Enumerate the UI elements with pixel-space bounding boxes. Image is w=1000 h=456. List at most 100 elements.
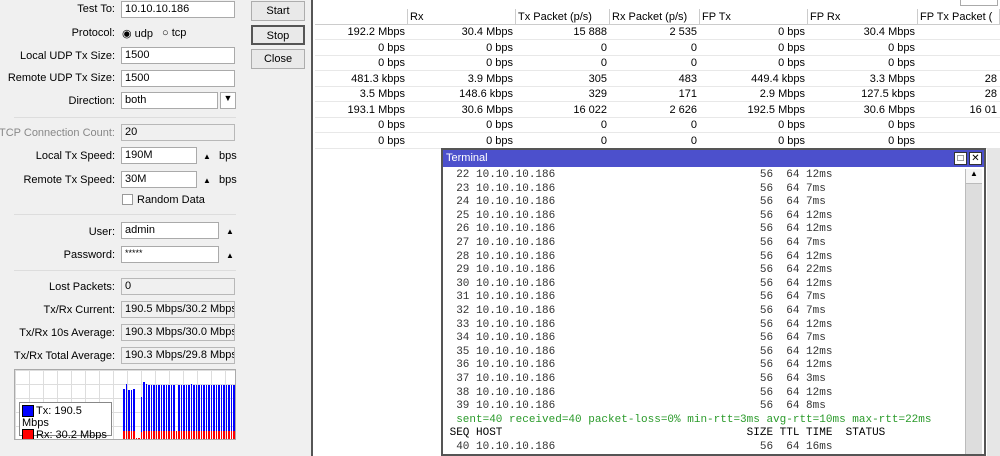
terminal-output[interactable]: 22 10.10.10.186 56 64 12ms 23 10.10.10.1… bbox=[443, 169, 964, 454]
terminal-title: Terminal bbox=[446, 152, 488, 164]
column-header[interactable]: Rx bbox=[408, 9, 516, 25]
collapse-up-icon[interactable]: ▲ bbox=[226, 227, 234, 236]
lost-packets-value: 0 bbox=[121, 278, 235, 295]
stop-button[interactable]: Stop bbox=[251, 25, 305, 45]
current-label: Tx/Rx Current: bbox=[43, 304, 115, 316]
rx-bar bbox=[150, 430, 152, 439]
terminal-line: 24 10.10.10.186 56 64 7ms bbox=[443, 196, 826, 209]
terminal-line: 35 10.10.10.186 56 64 12ms bbox=[443, 345, 833, 358]
column-header[interactable]: FP Rx bbox=[808, 9, 918, 25]
rx-legend: Rx: 30.2 Mbps bbox=[36, 429, 107, 440]
table-cell: 2 626 bbox=[610, 103, 700, 118]
protocol-udp-radio[interactable]: ◉ udp bbox=[122, 27, 153, 40]
protocol-tcp-radio[interactable]: ○ tcp bbox=[162, 27, 186, 39]
table-cell: 0 bbox=[516, 41, 610, 56]
password-input[interactable]: ***** bbox=[121, 246, 219, 263]
tcp-count-input: 20 bbox=[121, 124, 235, 141]
table-cell: 15 888 bbox=[516, 25, 610, 40]
table-cell: 192.2 Mbps bbox=[315, 25, 408, 40]
collapse-up-icon[interactable]: ▲ bbox=[226, 251, 234, 260]
column-header[interactable]: Rx Packet (p/s) bbox=[610, 9, 700, 25]
table-cell: 0 bps bbox=[315, 41, 408, 56]
background-panel bbox=[987, 148, 1000, 456]
remote-udp-input[interactable]: 1500 bbox=[121, 70, 235, 87]
column-header[interactable]: FP Tx Packet ( bbox=[918, 9, 1000, 25]
random-data-checkbox[interactable] bbox=[122, 194, 133, 205]
maximize-icon[interactable]: □ bbox=[954, 152, 967, 165]
close-button[interactable]: Close bbox=[251, 49, 305, 69]
local-speed-unit: bps bbox=[219, 150, 237, 162]
collapse-up-icon[interactable]: ▲ bbox=[203, 152, 211, 161]
terminal-summary: sent=40 received=40 packet-loss=0% min-r… bbox=[443, 413, 932, 426]
dropdown-icon[interactable]: ▼ bbox=[220, 92, 236, 109]
rx-bar bbox=[135, 437, 137, 439]
remote-speed-input[interactable]: 30M bbox=[121, 171, 197, 188]
table-cell: 0 bps bbox=[315, 134, 408, 149]
rx-bar bbox=[215, 430, 217, 439]
table-cell: 30.6 Mbps bbox=[808, 103, 918, 118]
table-cell: 193.1 Mbps bbox=[315, 103, 408, 118]
rx-bar bbox=[155, 430, 157, 439]
table-cell: 0 bbox=[610, 118, 700, 133]
local-speed-input[interactable]: 190M bbox=[121, 147, 197, 164]
terminal-line: 22 10.10.10.186 56 64 12ms bbox=[443, 169, 833, 181]
terminal-titlebar[interactable]: Terminal □ ✕ bbox=[443, 150, 984, 167]
rx-bar bbox=[195, 430, 197, 439]
terminal-line: 38 10.10.10.186 56 64 12ms bbox=[443, 386, 833, 399]
user-input[interactable]: admin bbox=[121, 222, 219, 239]
rx-bar bbox=[203, 430, 205, 439]
tcp-count-label: TCP Connection Count: bbox=[0, 127, 115, 139]
collapse-up-icon[interactable]: ▲ bbox=[203, 176, 211, 185]
udp-label: udp bbox=[134, 28, 154, 40]
find-input[interactable] bbox=[960, 0, 998, 6]
close-icon[interactable]: ✕ bbox=[969, 152, 982, 165]
direction-select[interactable]: both bbox=[121, 92, 218, 109]
terminal-line: 32 10.10.10.186 56 64 7ms bbox=[443, 304, 826, 317]
start-button[interactable]: Start bbox=[251, 1, 305, 21]
test-to-input[interactable]: 10.10.10.186 bbox=[121, 1, 235, 18]
table-cell bbox=[918, 25, 1000, 40]
table-cell: 192.5 Mbps bbox=[700, 103, 808, 118]
terminal-window: Terminal □ ✕ 22 10.10.10.186 56 64 12ms … bbox=[441, 148, 986, 456]
rx-bar bbox=[140, 432, 142, 439]
rx-bar bbox=[160, 430, 162, 439]
table-cell: 483 bbox=[610, 72, 700, 87]
table-cell: 0 bps bbox=[700, 56, 808, 71]
table-cell: 0 bbox=[610, 56, 700, 71]
rx-bar bbox=[200, 430, 202, 439]
scrollbar[interactable]: ▲ bbox=[965, 169, 982, 454]
table-cell: 0 bps bbox=[700, 41, 808, 56]
table-cell: 0 bbox=[610, 41, 700, 56]
column-header[interactable]: FP Tx bbox=[700, 9, 808, 25]
table-cell: 2 535 bbox=[610, 25, 700, 40]
rx-bar bbox=[225, 430, 227, 439]
table-cell: 16 022 bbox=[516, 103, 610, 118]
table-cell: 0 bps bbox=[315, 118, 408, 133]
rx-bar bbox=[130, 430, 132, 439]
local-udp-label: Local UDP Tx Size: bbox=[20, 50, 115, 62]
column-header[interactable] bbox=[315, 9, 408, 25]
table-cell: 0 bps bbox=[808, 134, 918, 149]
direction-label: Direction: bbox=[68, 95, 115, 107]
table-cell: 3.5 Mbps bbox=[315, 87, 408, 102]
lost-packets-label: Lost Packets: bbox=[48, 281, 115, 293]
table-cell: 30.4 Mbps bbox=[408, 25, 516, 40]
terminal-line: 39 10.10.10.186 56 64 8ms bbox=[443, 400, 826, 413]
rx-bar bbox=[148, 430, 150, 439]
terminal-line: 34 10.10.10.186 56 64 7ms bbox=[443, 332, 826, 345]
remote-speed-unit: bps bbox=[219, 174, 237, 186]
local-speed-label: Local Tx Speed: bbox=[35, 150, 115, 162]
table-cell bbox=[918, 118, 1000, 133]
column-header[interactable]: Tx Packet (p/s) bbox=[516, 9, 610, 25]
scroll-up-icon[interactable]: ▲ bbox=[966, 169, 982, 184]
avg10-value: 190.3 Mbps/30.0 Mbps bbox=[121, 324, 235, 341]
total-avg-value: 190.3 Mbps/29.8 Mbps bbox=[121, 347, 235, 364]
divider bbox=[14, 214, 236, 215]
table-cell: 30.4 Mbps bbox=[808, 25, 918, 40]
table-cell: 28 bbox=[918, 72, 1000, 87]
traffic-graph: Tx: 190.5 Mbps Rx: 30.2 Mbps bbox=[14, 369, 236, 440]
table-cell: 30.6 Mbps bbox=[408, 103, 516, 118]
terminal-header: SEQ HOST SIZE TTL TIME STATUS bbox=[443, 427, 886, 440]
table-cell: 305 bbox=[516, 72, 610, 87]
local-udp-input[interactable]: 1500 bbox=[121, 47, 235, 64]
